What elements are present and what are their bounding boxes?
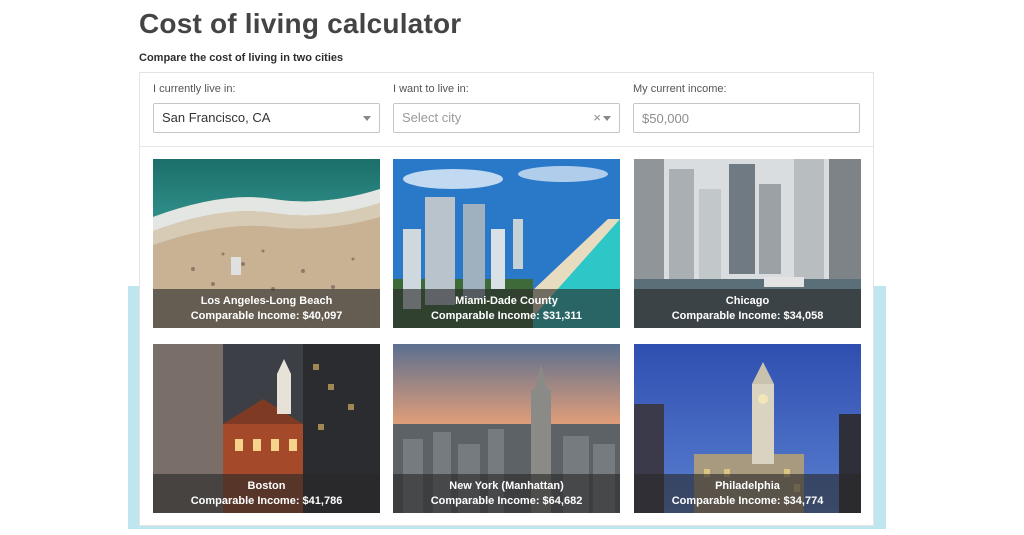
current-city-label: I currently live in: <box>153 83 236 95</box>
city-caption: Philadelphia Comparable Income: $34,774 <box>634 474 861 513</box>
city-comparable-income: Comparable Income: $40,097 <box>190 310 343 322</box>
current-city-field: I currently live in: San Francisco, CA <box>153 83 380 133</box>
income-input[interactable] <box>633 103 860 133</box>
city-comparable-income: Comparable Income: $34,058 <box>671 310 824 322</box>
city-card-miami[interactable]: Miami-Dade County Comparable Income: $31… <box>393 159 620 328</box>
city-card-boston[interactable]: Boston Comparable Income: $41,786 <box>153 344 380 513</box>
city-card-philadelphia[interactable]: Philadelphia Comparable Income: $34,774 <box>634 344 861 513</box>
target-city-select[interactable]: Select city × <box>393 103 620 133</box>
city-name: Miami-Dade County <box>455 295 558 307</box>
city-caption: Miami-Dade County Comparable Income: $31… <box>393 289 620 328</box>
city-name: Boston <box>247 480 286 492</box>
city-comparable-income: Comparable Income: $31,311 <box>430 310 582 322</box>
target-city-field: I want to live in: Select city × <box>393 83 620 133</box>
city-caption: Chicago Comparable Income: $34,058 <box>634 289 861 328</box>
city-name: Los Angeles-Long Beach <box>200 295 333 307</box>
city-comparable-income: Comparable Income: $41,786 <box>190 495 343 507</box>
city-card-new-york[interactable]: New York (Manhattan) Comparable Income: … <box>393 344 620 513</box>
page-subtitle: Compare the cost of living in two cities <box>139 52 344 64</box>
city-caption: Boston Comparable Income: $41,786 <box>153 474 380 513</box>
current-city-value: San Francisco, CA <box>162 110 271 125</box>
city-card-los-angeles[interactable]: Los Angeles-Long Beach Comparable Income… <box>153 159 380 328</box>
calculator-card: I currently live in: San Francisco, CA I… <box>139 72 874 526</box>
city-name: Chicago <box>725 295 770 307</box>
city-card-chicago[interactable]: Chicago Comparable Income: $34,058 <box>634 159 861 328</box>
page-title: Cost of living calculator <box>139 8 462 39</box>
chevron-down-icon[interactable] <box>603 116 611 121</box>
target-city-label: I want to live in: <box>393 83 469 95</box>
city-name: New York (Manhattan) <box>449 480 564 492</box>
target-city-placeholder: Select city <box>402 110 462 125</box>
city-caption: Los Angeles-Long Beach Comparable Income… <box>153 289 380 328</box>
city-results-grid: Los Angeles-Long Beach Comparable Income… <box>153 159 861 513</box>
clear-icon[interactable]: × <box>593 104 601 132</box>
city-caption: New York (Manhattan) Comparable Income: … <box>393 474 620 513</box>
city-comparable-income: Comparable Income: $34,774 <box>671 495 824 507</box>
comparison-form: I currently live in: San Francisco, CA I… <box>140 73 873 147</box>
income-field: My current income: <box>633 83 860 133</box>
chevron-down-icon[interactable] <box>363 116 371 121</box>
current-city-select[interactable]: San Francisco, CA <box>153 103 380 133</box>
city-name: Philadelphia <box>715 480 780 492</box>
city-comparable-income: Comparable Income: $64,682 <box>430 495 583 507</box>
income-label: My current income: <box>633 83 727 95</box>
